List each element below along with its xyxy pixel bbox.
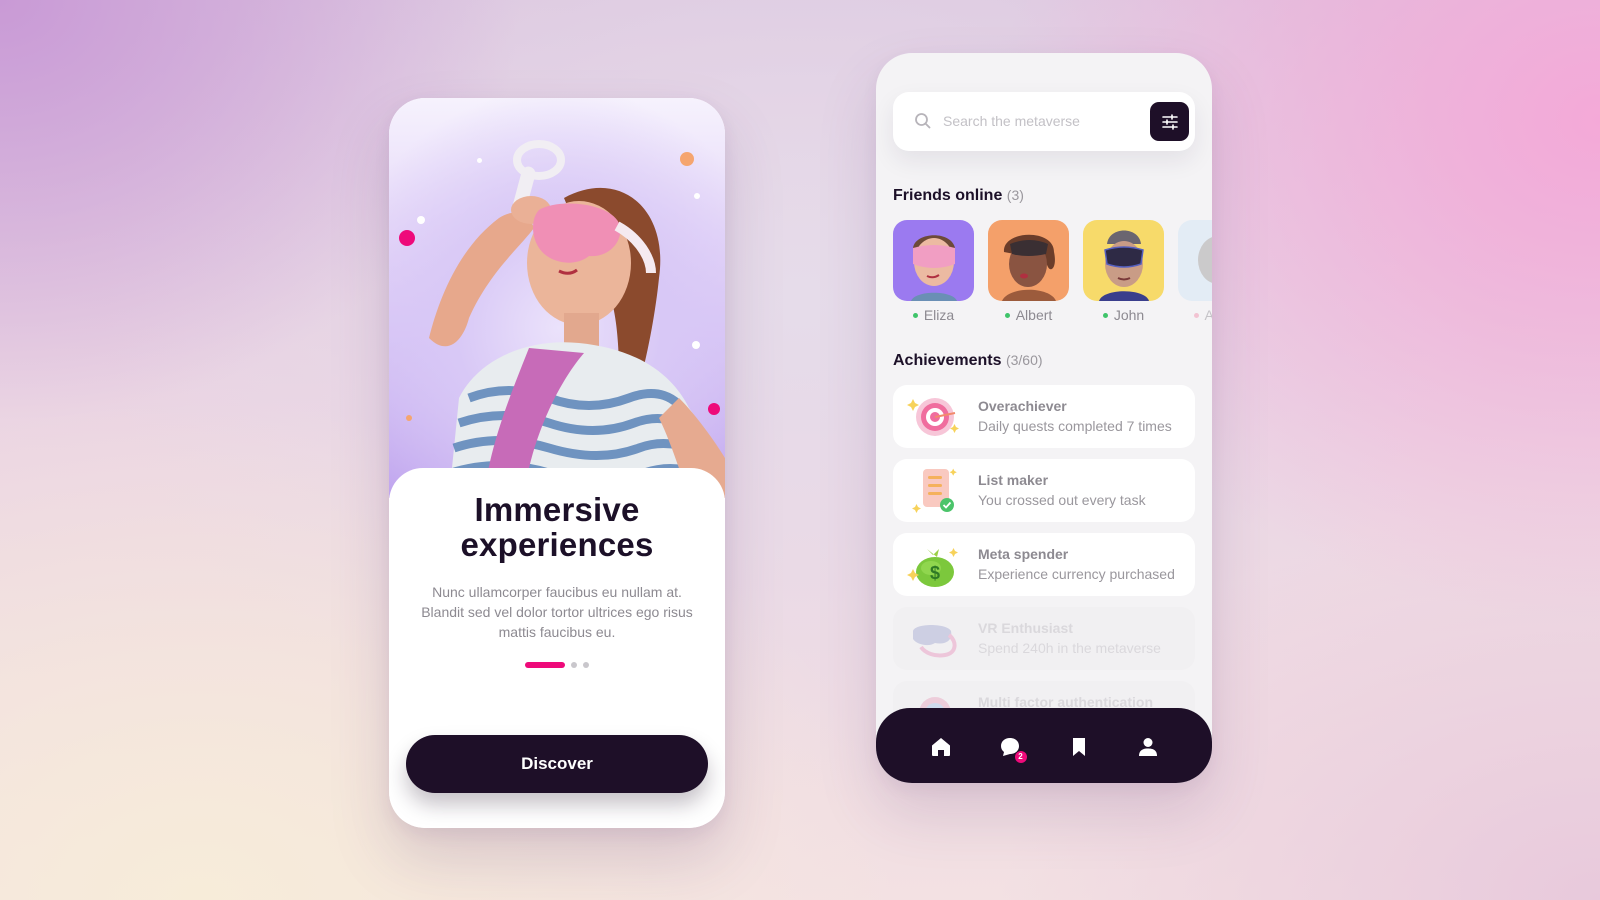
avatar[interactable] xyxy=(988,220,1069,301)
avatar[interactable] xyxy=(1178,220,1212,301)
nav-home[interactable] xyxy=(928,734,954,760)
achievement-description: You crossed out every task xyxy=(978,492,1146,508)
onboarding-title: Immersive experiences xyxy=(389,492,725,562)
bottom-navigation: 2 xyxy=(876,708,1212,783)
search-bar xyxy=(893,92,1195,151)
nav-saved[interactable] xyxy=(1066,734,1092,760)
user-icon xyxy=(1138,737,1157,756)
friends-list: Eliza Albert John A xyxy=(893,220,1212,323)
achievements-section-title: Achievements (3/60) xyxy=(893,352,1043,370)
achievements-list: Overachiever Daily quests completed 7 ti… xyxy=(893,385,1195,755)
online-status-dot xyxy=(912,312,918,318)
online-status-dot xyxy=(1004,312,1010,318)
achievement-item-locked[interactable]: VR Enthusiast Spend 240h in the metavers… xyxy=(893,607,1195,670)
friend-name: Albert xyxy=(1015,307,1053,323)
friend-item[interactable]: Albert xyxy=(988,220,1069,323)
notification-badge: 2 xyxy=(1014,750,1027,763)
onboarding-description: Nunc ullamcorper faucibus eu nullam at. … xyxy=(421,584,693,640)
achievements-count: (3/60) xyxy=(1005,352,1043,368)
onboarding-screen: Immersive experiences Nunc ullamcorper f… xyxy=(389,98,725,828)
nav-profile[interactable] xyxy=(1135,734,1161,760)
avatar-illustration xyxy=(1099,230,1149,301)
friend-name: And… xyxy=(1204,307,1212,323)
vr-headset-icon xyxy=(913,625,957,658)
achievement-title: Meta spender xyxy=(978,546,1069,562)
svg-text:$: $ xyxy=(930,563,940,583)
achievement-item[interactable]: Overachiever Daily quests completed 7 ti… xyxy=(893,385,1195,448)
money-bag-icon: $ xyxy=(907,548,958,587)
achievements-title: Achievements xyxy=(893,352,1002,369)
page-dot[interactable] xyxy=(571,662,577,668)
achievement-description: Daily quests completed 7 times xyxy=(978,418,1172,434)
achievement-title: List maker xyxy=(978,472,1049,488)
home-screen: Friends online (3) Eliza xyxy=(876,53,1212,783)
target-icon xyxy=(907,398,959,436)
avatar-illustration xyxy=(1002,234,1056,301)
avatar[interactable] xyxy=(893,220,974,301)
friends-count: (3) xyxy=(1006,187,1024,203)
friend-name: John xyxy=(1113,307,1145,323)
hero-illustration xyxy=(389,98,725,498)
avatar-illustration xyxy=(1198,237,1212,283)
page-indicator xyxy=(389,662,725,668)
search-icon xyxy=(915,113,931,129)
friend-item[interactable]: John xyxy=(1083,220,1164,323)
avatar-illustration xyxy=(911,235,957,301)
bookmark-icon xyxy=(1072,737,1085,756)
friends-section-title: Friends online (3) xyxy=(893,187,1024,205)
checklist-icon xyxy=(912,468,957,513)
friend-name: Eliza xyxy=(923,307,955,323)
sliders-icon xyxy=(1161,113,1178,130)
achievement-item[interactable]: $ Meta spender Experience currency purch… xyxy=(893,533,1195,596)
vr-woman-illustration xyxy=(429,140,725,498)
discover-button[interactable]: Discover xyxy=(406,735,708,793)
online-status-dot xyxy=(1102,312,1108,318)
offline-status-dot xyxy=(1193,312,1199,318)
friend-label: Albert xyxy=(1004,307,1053,323)
nav-messages[interactable]: 2 xyxy=(997,734,1027,763)
achievement-description: Spend 240h in the metaverse xyxy=(978,640,1161,656)
avatar[interactable] xyxy=(1083,220,1164,301)
search-input[interactable] xyxy=(943,106,1133,136)
achievement-title: VR Enthusiast xyxy=(978,620,1073,636)
friend-label: John xyxy=(1102,307,1145,323)
title-line-2: experiences xyxy=(460,526,654,563)
friend-item[interactable]: Eliza xyxy=(893,220,974,323)
friend-item[interactable]: And… xyxy=(1178,220,1212,323)
achievement-title: Overachiever xyxy=(978,398,1067,414)
friends-title: Friends online xyxy=(893,187,1003,204)
filter-button[interactable] xyxy=(1150,102,1189,141)
achievement-item[interactable]: List maker You crossed out every task xyxy=(893,459,1195,522)
page-dot[interactable] xyxy=(583,662,589,668)
home-icon xyxy=(931,737,950,756)
page-dot-active[interactable] xyxy=(525,662,565,668)
friend-label: And… xyxy=(1193,307,1212,323)
title-line-1: Immersive xyxy=(474,491,640,528)
friend-label: Eliza xyxy=(912,307,955,323)
achievement-description: Experience currency purchased xyxy=(978,566,1175,582)
